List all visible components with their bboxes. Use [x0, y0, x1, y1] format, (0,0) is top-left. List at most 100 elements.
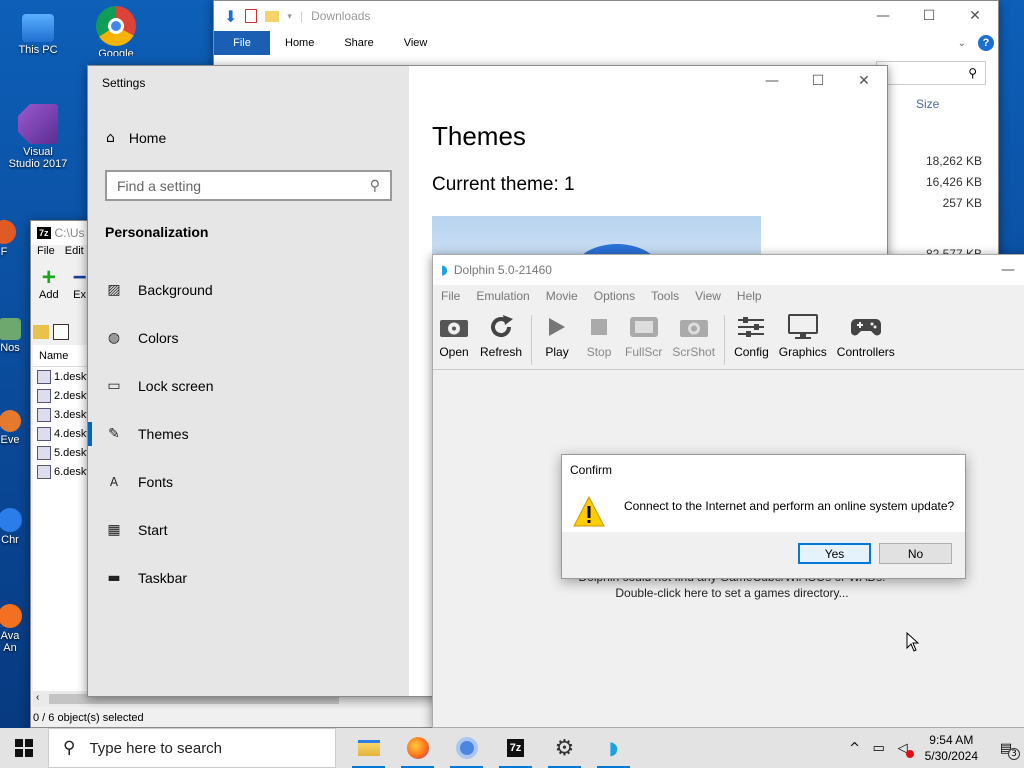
close-button[interactable]: ✕	[841, 66, 887, 96]
close-button[interactable]: ✕	[952, 1, 998, 31]
dialog-message: Connect to the Internet and perform an o…	[624, 499, 955, 513]
find-setting-input[interactable]: Find a setting ⚲	[105, 170, 392, 201]
menu-help[interactable]: Help	[737, 289, 762, 303]
yes-button[interactable]: Yes	[798, 543, 871, 564]
nav-item-taskbar[interactable]: ▬ Taskbar	[88, 554, 409, 602]
notification-center-icon[interactable]: ▤ 3	[988, 741, 1024, 760]
app-icon	[0, 318, 21, 340]
scroll-left-icon[interactable]: ‹	[36, 692, 39, 703]
ribbon-expand-icon[interactable]: ⌄	[958, 38, 966, 49]
no-button[interactable]: No	[879, 543, 952, 564]
minimize-button[interactable]: —	[985, 255, 1024, 285]
desktop-icon-this-pc[interactable]: This PC	[2, 10, 74, 56]
disc-open-icon	[438, 313, 470, 341]
status-bar: 0 / 6 object(s) selected	[33, 712, 144, 724]
nav-home[interactable]: ⌂ Home	[106, 130, 166, 146]
quick-access-dropdown-icon[interactable]: ▾	[287, 11, 292, 22]
nav-group-personalization: Personalization	[105, 224, 209, 240]
desktop-icon-partial-5[interactable]: Ava An	[0, 604, 34, 654]
monitor-icon	[22, 14, 54, 42]
ribbon-tab-home[interactable]: Home	[270, 37, 329, 49]
open-button[interactable]: Open	[433, 313, 475, 359]
minimize-button[interactable]: —	[749, 66, 795, 96]
settings-window-controls: — ☐ ✕	[749, 66, 887, 96]
extract-button[interactable]: − Ex	[73, 266, 87, 302]
search-icon: ⚲	[968, 66, 977, 80]
minimize-button[interactable]: —	[860, 1, 906, 31]
menu-file[interactable]: File	[37, 245, 55, 263]
menu-file[interactable]: File	[441, 289, 460, 303]
file-icon	[37, 369, 51, 384]
set-games-directory-link[interactable]: Double-click here to set a games directo…	[433, 586, 1024, 600]
properties-icon[interactable]	[245, 9, 258, 23]
mouse-pointer-icon	[906, 631, 920, 652]
app-icon	[0, 410, 21, 432]
screenshot-button[interactable]: ScrShot	[667, 313, 720, 359]
ribbon-tab-file[interactable]: File	[214, 31, 270, 55]
maximize-button[interactable]: ☐	[906, 1, 952, 31]
desktop-icon-partial-2[interactable]: Nos	[0, 318, 34, 354]
nav-item-themes[interactable]: ✎ Themes	[88, 410, 409, 458]
menu-emulation[interactable]: Emulation	[476, 289, 529, 303]
graphics-button[interactable]: Graphics	[774, 313, 832, 359]
menu-edit[interactable]: Edit	[65, 245, 84, 263]
taskbar-dolphin[interactable]: ◗	[589, 728, 638, 768]
path-icon[interactable]	[53, 324, 69, 340]
confirm-dialog[interactable]: Confirm Connect to the Internet and perf…	[561, 454, 966, 579]
taskbar-chromium[interactable]	[442, 728, 491, 768]
taskbar-7zip[interactable]: 7z	[491, 728, 540, 768]
ribbon-tab-share[interactable]: Share	[329, 37, 388, 49]
menu-movie[interactable]: Movie	[546, 289, 578, 303]
dolphin-titlebar[interactable]: ◗ Dolphin 5.0-21460	[433, 255, 1024, 285]
show-hidden-icons-icon[interactable]: ^	[843, 741, 867, 756]
taskbar-file-explorer[interactable]	[344, 728, 393, 768]
config-button[interactable]: Config	[729, 313, 774, 359]
add-button[interactable]: + Add	[39, 264, 59, 302]
maximize-button[interactable]: ☐	[795, 66, 841, 96]
up-folder-icon[interactable]	[33, 325, 49, 339]
play-button[interactable]: Play	[536, 313, 578, 359]
nav-item-lock-screen[interactable]: ▭ Lock screen	[88, 362, 409, 410]
folder-icon[interactable]	[265, 10, 280, 22]
column-header-size[interactable]: Size	[916, 97, 939, 111]
menu-view[interactable]: View	[695, 289, 721, 303]
taskbar-settings[interactable]: ⚙	[540, 728, 589, 768]
desktop-icon-partial-3[interactable]: Eve	[0, 410, 34, 446]
system-tray: ^ ▭ ◁ 9:54 AM 5/30/2024 ▤ 3	[843, 728, 1024, 768]
nav-item-start[interactable]: ▦ Start	[88, 506, 409, 554]
controllers-button[interactable]: Controllers	[832, 313, 900, 359]
help-icon[interactable]: ?	[978, 35, 994, 51]
stop-button[interactable]: Stop	[578, 313, 620, 359]
folder-icon	[357, 740, 380, 756]
desktop-icon-visual-studio[interactable]: Visual Studio 2017	[2, 104, 74, 170]
nav-item-fonts[interactable]: A Fonts	[88, 458, 409, 506]
desktop-icon-partial-1[interactable]: F	[0, 220, 28, 258]
gear-icon: ⚙	[554, 735, 575, 761]
nav-item-background[interactable]: ▨ Background	[88, 266, 409, 314]
start-button[interactable]	[0, 728, 48, 768]
camera-icon	[678, 313, 710, 341]
dolphin-logo-icon: ◗	[441, 262, 448, 278]
ribbon-tab-view[interactable]: View	[389, 37, 443, 49]
fullscreen-button[interactable]: FullScr	[620, 313, 667, 359]
taskbar-apps: 7z ⚙ ◗	[344, 728, 638, 768]
explorer-search-box[interactable]: ⚲	[876, 61, 986, 85]
app-icon	[0, 508, 22, 532]
network-icon[interactable]: ▭	[867, 741, 891, 756]
nav-item-colors[interactable]: ◍ Colors	[88, 314, 409, 362]
dolphin-toolbar: Open Refresh Play Stop FullScr ScrShot C…	[433, 307, 1024, 369]
clock[interactable]: 9:54 AM 5/30/2024	[915, 732, 988, 764]
file-icon	[37, 445, 51, 460]
stop-icon	[583, 313, 615, 341]
desktop-icon-partial-4[interactable]: Chr	[0, 508, 34, 546]
plus-icon: +	[41, 264, 56, 291]
menu-tools[interactable]: Tools	[651, 289, 679, 303]
dolphin-logo-icon: ◗	[608, 737, 619, 759]
taskbar-firefox[interactable]	[393, 728, 442, 768]
volume-muted-icon[interactable]: ◁	[891, 741, 915, 758]
fonts-icon: A	[109, 475, 119, 489]
desktop-icon-chrome[interactable]: Google Chrome	[80, 6, 152, 56]
refresh-button[interactable]: Refresh	[475, 313, 527, 359]
taskbar-search-box[interactable]: ⚲ Type here to search	[48, 728, 336, 768]
menu-options[interactable]: Options	[594, 289, 635, 303]
